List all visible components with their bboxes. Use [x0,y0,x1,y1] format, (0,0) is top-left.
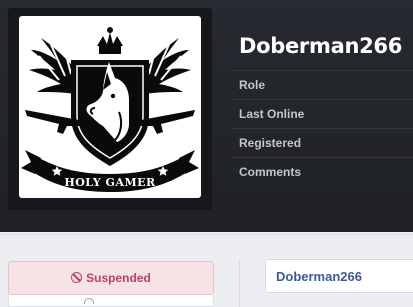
suspended-text-wrap: Suspended [9,271,213,285]
info-label-registered: Registered [239,136,302,150]
profile-username: Doberman266 [239,34,403,58]
row-divider [231,70,413,71]
info-label-role: Role [239,78,266,92]
side-panel [8,295,214,307]
info-label-last-online: Last Online [239,107,305,121]
row-divider [231,99,413,100]
username-link[interactable]: Doberman266 [276,269,362,284]
row-divider [231,157,413,158]
info-row-registered: Registered [231,128,413,157]
info-label-comments: Comments [239,165,302,179]
row-divider [231,128,413,129]
profile-header: HOLY GAMER Doberman266 Role Last Online … [0,0,413,232]
suspended-label: Suspended [86,271,151,285]
name-card: Doberman266 [265,259,413,293]
info-row-comments: Comments [231,157,413,186]
column-divider [239,260,240,307]
avatar-emblem-image: HOLY GAMER [21,27,199,192]
ban-icon [71,272,83,283]
suspended-badge: Suspended [8,261,214,295]
info-row-role: Role [231,70,413,99]
partial-icon [84,298,94,304]
avatar-caption: HOLY GAMER [64,176,156,189]
info-row-last-online: Last Online [231,99,413,128]
avatar[interactable]: HOLY GAMER [19,16,201,198]
